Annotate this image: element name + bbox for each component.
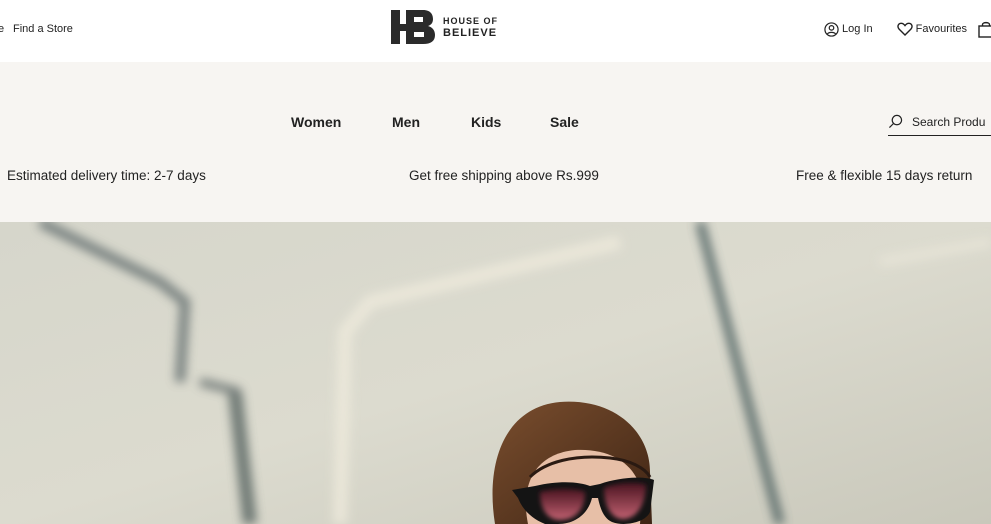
navigation-panel: Women Men Kids Sale Search Produ Estimat… (0, 62, 991, 222)
search-icon (888, 114, 903, 129)
perk-delivery: Estimated delivery time: 2-7 days (7, 168, 206, 183)
search-input[interactable]: Search Produ (912, 115, 985, 129)
heart-icon (896, 22, 913, 36)
favourites-label: Favourites (915, 23, 967, 35)
nav-kids[interactable]: Kids (471, 114, 501, 130)
hero-banner[interactable] (0, 222, 991, 524)
perk-free-shipping: Get free shipping above Rs.999 (409, 168, 599, 183)
login-link[interactable]: Log In (824, 21, 873, 37)
login-label: Log In (842, 23, 873, 35)
brand-line-1: HOUSE OF (443, 16, 499, 26)
brand-logo[interactable]: HOUSE OF BELIEVE (389, 6, 498, 48)
search-box[interactable]: Search Produ (888, 114, 991, 136)
nav-sale[interactable]: Sale (550, 114, 579, 130)
hb-monogram-icon (391, 10, 435, 44)
truncated-link[interactable]: e (0, 23, 4, 35)
brand-line-2: BELIEVE (443, 27, 498, 39)
perk-returns: Free & flexible 15 days return (796, 168, 973, 183)
hero-image (0, 222, 991, 524)
shopping-bag-button[interactable] (977, 20, 991, 38)
find-store-link[interactable]: Find a Store (13, 23, 73, 35)
person-circle-icon (824, 21, 839, 37)
search-underline (888, 135, 991, 136)
nav-women[interactable]: Women (291, 114, 341, 130)
nav-men[interactable]: Men (392, 114, 420, 130)
shopping-bag-icon (978, 21, 991, 38)
favourites-link[interactable]: Favourites (896, 22, 967, 36)
top-utility-bar: e Find a Store HOUSE OF BELIEVE Log In F… (0, 0, 991, 62)
account-actions: Log In Favourites (800, 20, 991, 38)
brand-wordmark: HOUSE OF BELIEVE (443, 15, 498, 39)
